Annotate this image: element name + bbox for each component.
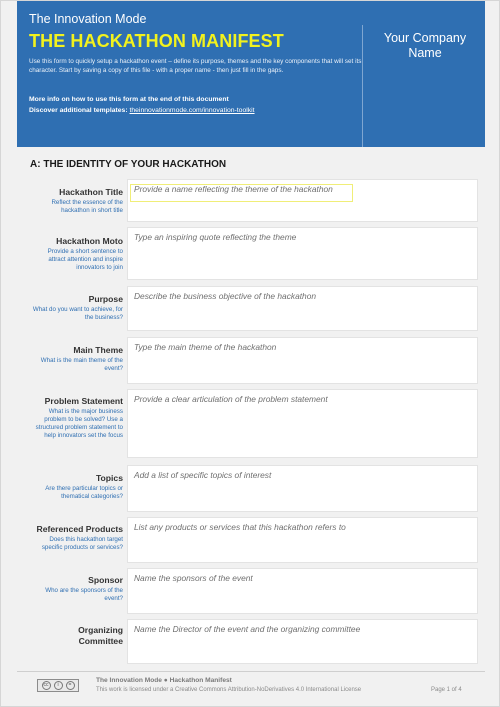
brand-name: The Innovation Mode: [29, 12, 147, 26]
by-icon: i: [53, 681, 63, 690]
form-row-hackathon-title: Hackathon Title Reflect the essence of t…: [30, 179, 478, 222]
field-placeholder: Provide a clear articulation of the prob…: [134, 394, 328, 404]
purpose-field[interactable]: Describe the business objective of the h…: [127, 286, 478, 331]
row-label: Problem Statement: [44, 396, 123, 406]
form-row-referenced-products: Referenced Products Does this hackathon …: [30, 517, 478, 563]
footer-license: This work is licensed under a Creative C…: [96, 687, 362, 693]
row-label: Topics: [95, 473, 123, 483]
row-hint: Does this hackathon target specific prod…: [41, 536, 123, 551]
cc-license-badge-icon[interactable]: cc i =: [37, 679, 79, 692]
row-hint: What do you want to achieve, for the bus…: [32, 306, 123, 321]
more-info-block: More info on how to use this form at the…: [29, 94, 364, 116]
section-title: A: THE IDENTITY OF YOUR HACKATHON: [30, 159, 227, 170]
row-label: Main Theme: [73, 345, 123, 355]
form-row-organizing-committee: Organizing Committee Name the Director o…: [30, 619, 478, 664]
form-row-hackathon-moto: Hackathon Moto Provide a short sentence …: [30, 227, 478, 280]
page-number: Page 1 of 4: [431, 687, 462, 693]
field-placeholder: Type an inspiring quote reflecting the t…: [134, 232, 297, 242]
nd-icon: =: [65, 681, 75, 690]
field-placeholder: Add a list of specific topics of interes…: [134, 470, 272, 480]
topics-field[interactable]: Add a list of specific topics of interes…: [127, 465, 478, 512]
footer-title: The Innovation Mode ● Hackathon Manifest: [96, 677, 232, 684]
organizing-committee-field[interactable]: Name the Director of the event and the o…: [127, 619, 478, 664]
discover-label: Discover additional templates:: [29, 107, 128, 114]
discover-row: Discover additional templates: theinnova…: [29, 105, 364, 116]
row-label: Purpose: [88, 294, 123, 304]
header-divider: [362, 25, 363, 147]
field-placeholder: Provide a name reflecting the theme of t…: [134, 184, 333, 194]
problem-statement-field[interactable]: Provide a clear articulation of the prob…: [127, 389, 478, 458]
row-hint: Are there particular topics or thematica…: [45, 485, 123, 500]
row-hint: What is the main theme of the event?: [40, 357, 123, 372]
main-theme-field[interactable]: Type the main theme of the hackathon: [127, 337, 478, 384]
document-title: THE HACKATHON MANIFEST: [29, 31, 284, 51]
sponsor-field[interactable]: Name the sponsors of the event: [127, 568, 478, 614]
header-banner: The Innovation Mode THE HACKATHON MANIFE…: [17, 1, 485, 147]
field-placeholder: List any products or services that this …: [134, 522, 346, 532]
document-description: Use this form to quickly setup a hackath…: [29, 58, 362, 74]
hackathon-title-field[interactable]: Provide a name reflecting the theme of t…: [127, 179, 478, 222]
field-placeholder: Name the Director of the event and the o…: [134, 624, 361, 634]
document-page: The Innovation Mode THE HACKATHON MANIFE…: [0, 0, 500, 707]
form-row-topics: Topics Are there particular topics or th…: [30, 465, 478, 512]
row-label: Referenced Products: [36, 524, 123, 534]
field-placeholder: Name the sponsors of the event: [134, 573, 253, 583]
row-hint: Who are the sponsors of the event?: [45, 587, 123, 602]
row-label: Hackathon Title: [59, 187, 123, 197]
more-info-text: More info on how to use this form at the…: [29, 96, 229, 103]
form-row-problem-statement: Problem Statement What is the major busi…: [30, 389, 478, 458]
row-hint: What is the major business problem to be…: [35, 408, 123, 439]
templates-link[interactable]: theinnovationmode.com/innovation-toolkit: [129, 107, 254, 114]
form-row-sponsor: Sponsor Who are the sponsors of the even…: [30, 568, 478, 614]
row-label: Hackathon Moto: [56, 236, 123, 246]
form-row-purpose: Purpose What do you want to achieve, for…: [30, 286, 478, 331]
page-footer: cc i = The Innovation Mode ● Hackathon M…: [17, 671, 485, 707]
row-label: Sponsor: [88, 575, 123, 585]
row-hint: Provide a short sentence to attract atte…: [47, 248, 123, 271]
row-hint: Reflect the essence of the hackathon in …: [51, 199, 123, 214]
company-name: Your Company Name: [383, 31, 467, 60]
referenced-products-field[interactable]: List any products or services that this …: [127, 517, 478, 563]
cc-icon: cc: [41, 681, 51, 690]
field-placeholder: Type the main theme of the hackathon: [134, 342, 277, 352]
form-row-main-theme: Main Theme What is the main theme of the…: [30, 337, 478, 384]
field-placeholder: Describe the business objective of the h…: [134, 291, 317, 301]
hackathon-moto-field[interactable]: Type an inspiring quote reflecting the t…: [127, 227, 478, 280]
footer-divider: [17, 671, 485, 672]
row-label: Organizing Committee: [78, 625, 123, 646]
